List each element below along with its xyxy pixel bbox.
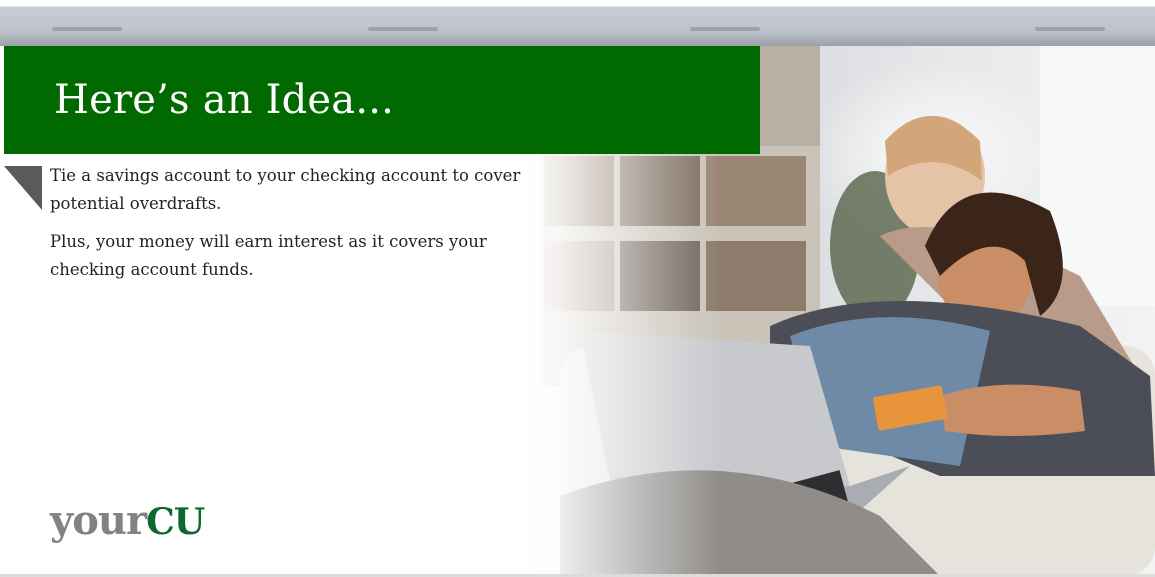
nav-mark <box>690 27 760 31</box>
yourcu-logo[interactable]: yourCU <box>50 496 205 547</box>
body-paragraph-2: Plus, your money will earn interest as i… <box>50 232 487 279</box>
body-paragraph-1: Tie a savings account to your checking a… <box>50 166 521 213</box>
logo-your: your <box>50 497 147 544</box>
blurred-nav-strip <box>0 0 1155 46</box>
books <box>706 156 806 226</box>
person-front-arm <box>940 384 1085 436</box>
ad-banner: Here’s an Idea... Tie a savings account … <box>0 0 1155 577</box>
nav-mark <box>368 27 438 31</box>
folded-corner-icon <box>4 166 42 210</box>
logo-cu: CU <box>146 501 205 543</box>
headline: Here’s an Idea... <box>54 77 395 123</box>
headline-banner: Here’s an Idea... <box>4 46 760 154</box>
books <box>706 241 806 311</box>
body-copy: Tie a savings account to your checking a… <box>50 162 530 294</box>
nav-mark <box>52 27 122 31</box>
nav-mark <box>1035 27 1105 31</box>
bookshelf-top <box>760 46 820 146</box>
